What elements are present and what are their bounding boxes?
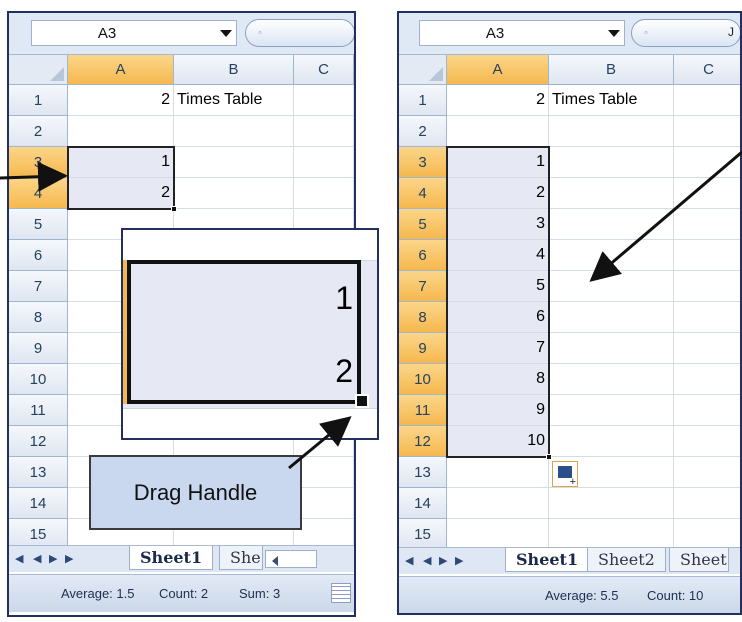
annotation-arrows (0, 150, 742, 470)
left-pointer-arrow (0, 161, 68, 192)
drag-handle-arrow (288, 416, 352, 470)
filled-range-arrow (589, 150, 742, 282)
